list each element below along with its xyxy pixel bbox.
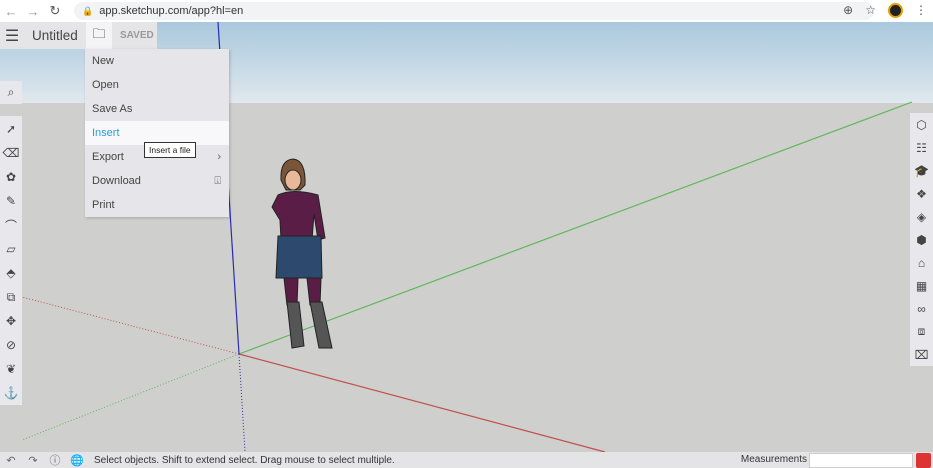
display-icon[interactable]: ∞ xyxy=(911,297,933,320)
eraser-icon[interactable]: ⌫ xyxy=(0,141,22,165)
search-toolbar: ⌕ xyxy=(0,81,22,104)
measurements-label: Measurements xyxy=(740,454,807,465)
instructor-icon[interactable]: 🎓 xyxy=(911,159,933,182)
menu-item-open[interactable]: Open xyxy=(85,73,229,97)
styles-icon[interactable]: ⬢ xyxy=(911,228,933,251)
menu-item-download[interactable]: Download ⍗ xyxy=(85,169,229,193)
materials-icon[interactable]: ◈ xyxy=(911,205,933,228)
menu-item-print[interactable]: Print xyxy=(85,193,229,217)
green-axis xyxy=(238,101,913,355)
document-title[interactable]: Untitled xyxy=(32,28,86,43)
right-toolbar: ⬡ ☷ 🎓 ❖ ◈ ⬢ ⌂ ▦ ∞ ⧈ ⌧ xyxy=(910,113,933,366)
arc-icon[interactable]: ⌒ xyxy=(0,213,22,237)
left-toolbar: ➚ ⌫ ✿ ✎ ⌒ ▱ ⬘ ⧉ ✥ ⊘ ❦ ⚓ xyxy=(0,116,22,405)
search-icon[interactable]: ⌕ xyxy=(0,81,22,104)
chevron-right-icon: › xyxy=(217,151,221,163)
solid-tools-icon[interactable]: ⧈ xyxy=(911,320,933,343)
move-icon[interactable]: ✥ xyxy=(0,309,22,333)
paint-icon[interactable]: ✿ xyxy=(0,165,22,189)
tape-measure-icon[interactable]: ⊘ xyxy=(0,333,22,357)
red-axis-negative xyxy=(21,296,240,355)
components-icon[interactable]: ❖ xyxy=(911,182,933,205)
app-header: ☰ Untitled 🗀 SAVED xyxy=(0,22,157,49)
globe-icon[interactable]: 🌐 xyxy=(66,454,88,467)
scenes-icon[interactable]: ▦ xyxy=(911,274,933,297)
menu-item-save-as[interactable]: Save As xyxy=(85,97,229,121)
walk-icon[interactable]: ⚓ xyxy=(0,381,22,405)
pencil-icon[interactable]: ✎ xyxy=(0,189,22,213)
undo-icon[interactable]: ↶ xyxy=(0,454,22,467)
help-icon[interactable]: ⓘ xyxy=(44,452,66,468)
rectangle-icon[interactable]: ▱ xyxy=(0,237,22,261)
3d-warehouse-icon[interactable]: ⌧ xyxy=(911,343,933,366)
menu-item-new[interactable]: New xyxy=(85,49,229,73)
saved-status: SAVED xyxy=(120,30,154,41)
person-figure xyxy=(271,158,333,349)
status-message: Select objects. Shift to extend select. … xyxy=(94,454,395,466)
push-pull-icon[interactable]: ⬘ xyxy=(0,261,22,285)
blue-axis-negative xyxy=(238,353,246,453)
status-bar: ↶ ↷ ⓘ 🌐 Select objects. Shift to extend … xyxy=(0,452,933,468)
select-icon[interactable]: ➚ xyxy=(0,117,22,141)
sketchup-logo-icon xyxy=(916,453,931,468)
tooltip: Insert a file xyxy=(144,142,196,158)
entity-info-icon[interactable]: ⬡ xyxy=(911,113,933,136)
outliner-icon[interactable]: ☷ xyxy=(911,136,933,159)
red-axis xyxy=(238,353,606,453)
tags-icon[interactable]: ⌂ xyxy=(911,251,933,274)
green-axis-negative xyxy=(21,353,240,441)
orbit-icon[interactable]: ❦ xyxy=(0,357,22,381)
file-menu: New Open Save As Insert Export › Download… xyxy=(85,49,229,217)
offset-icon[interactable]: ⧉ xyxy=(0,285,22,309)
download-icon: ⍗ xyxy=(214,174,221,187)
redo-icon[interactable]: ↷ xyxy=(22,454,44,467)
measurements-input[interactable] xyxy=(809,453,913,468)
menu-icon[interactable]: ☰ xyxy=(0,26,24,46)
folder-icon[interactable]: 🗀 xyxy=(86,22,112,49)
